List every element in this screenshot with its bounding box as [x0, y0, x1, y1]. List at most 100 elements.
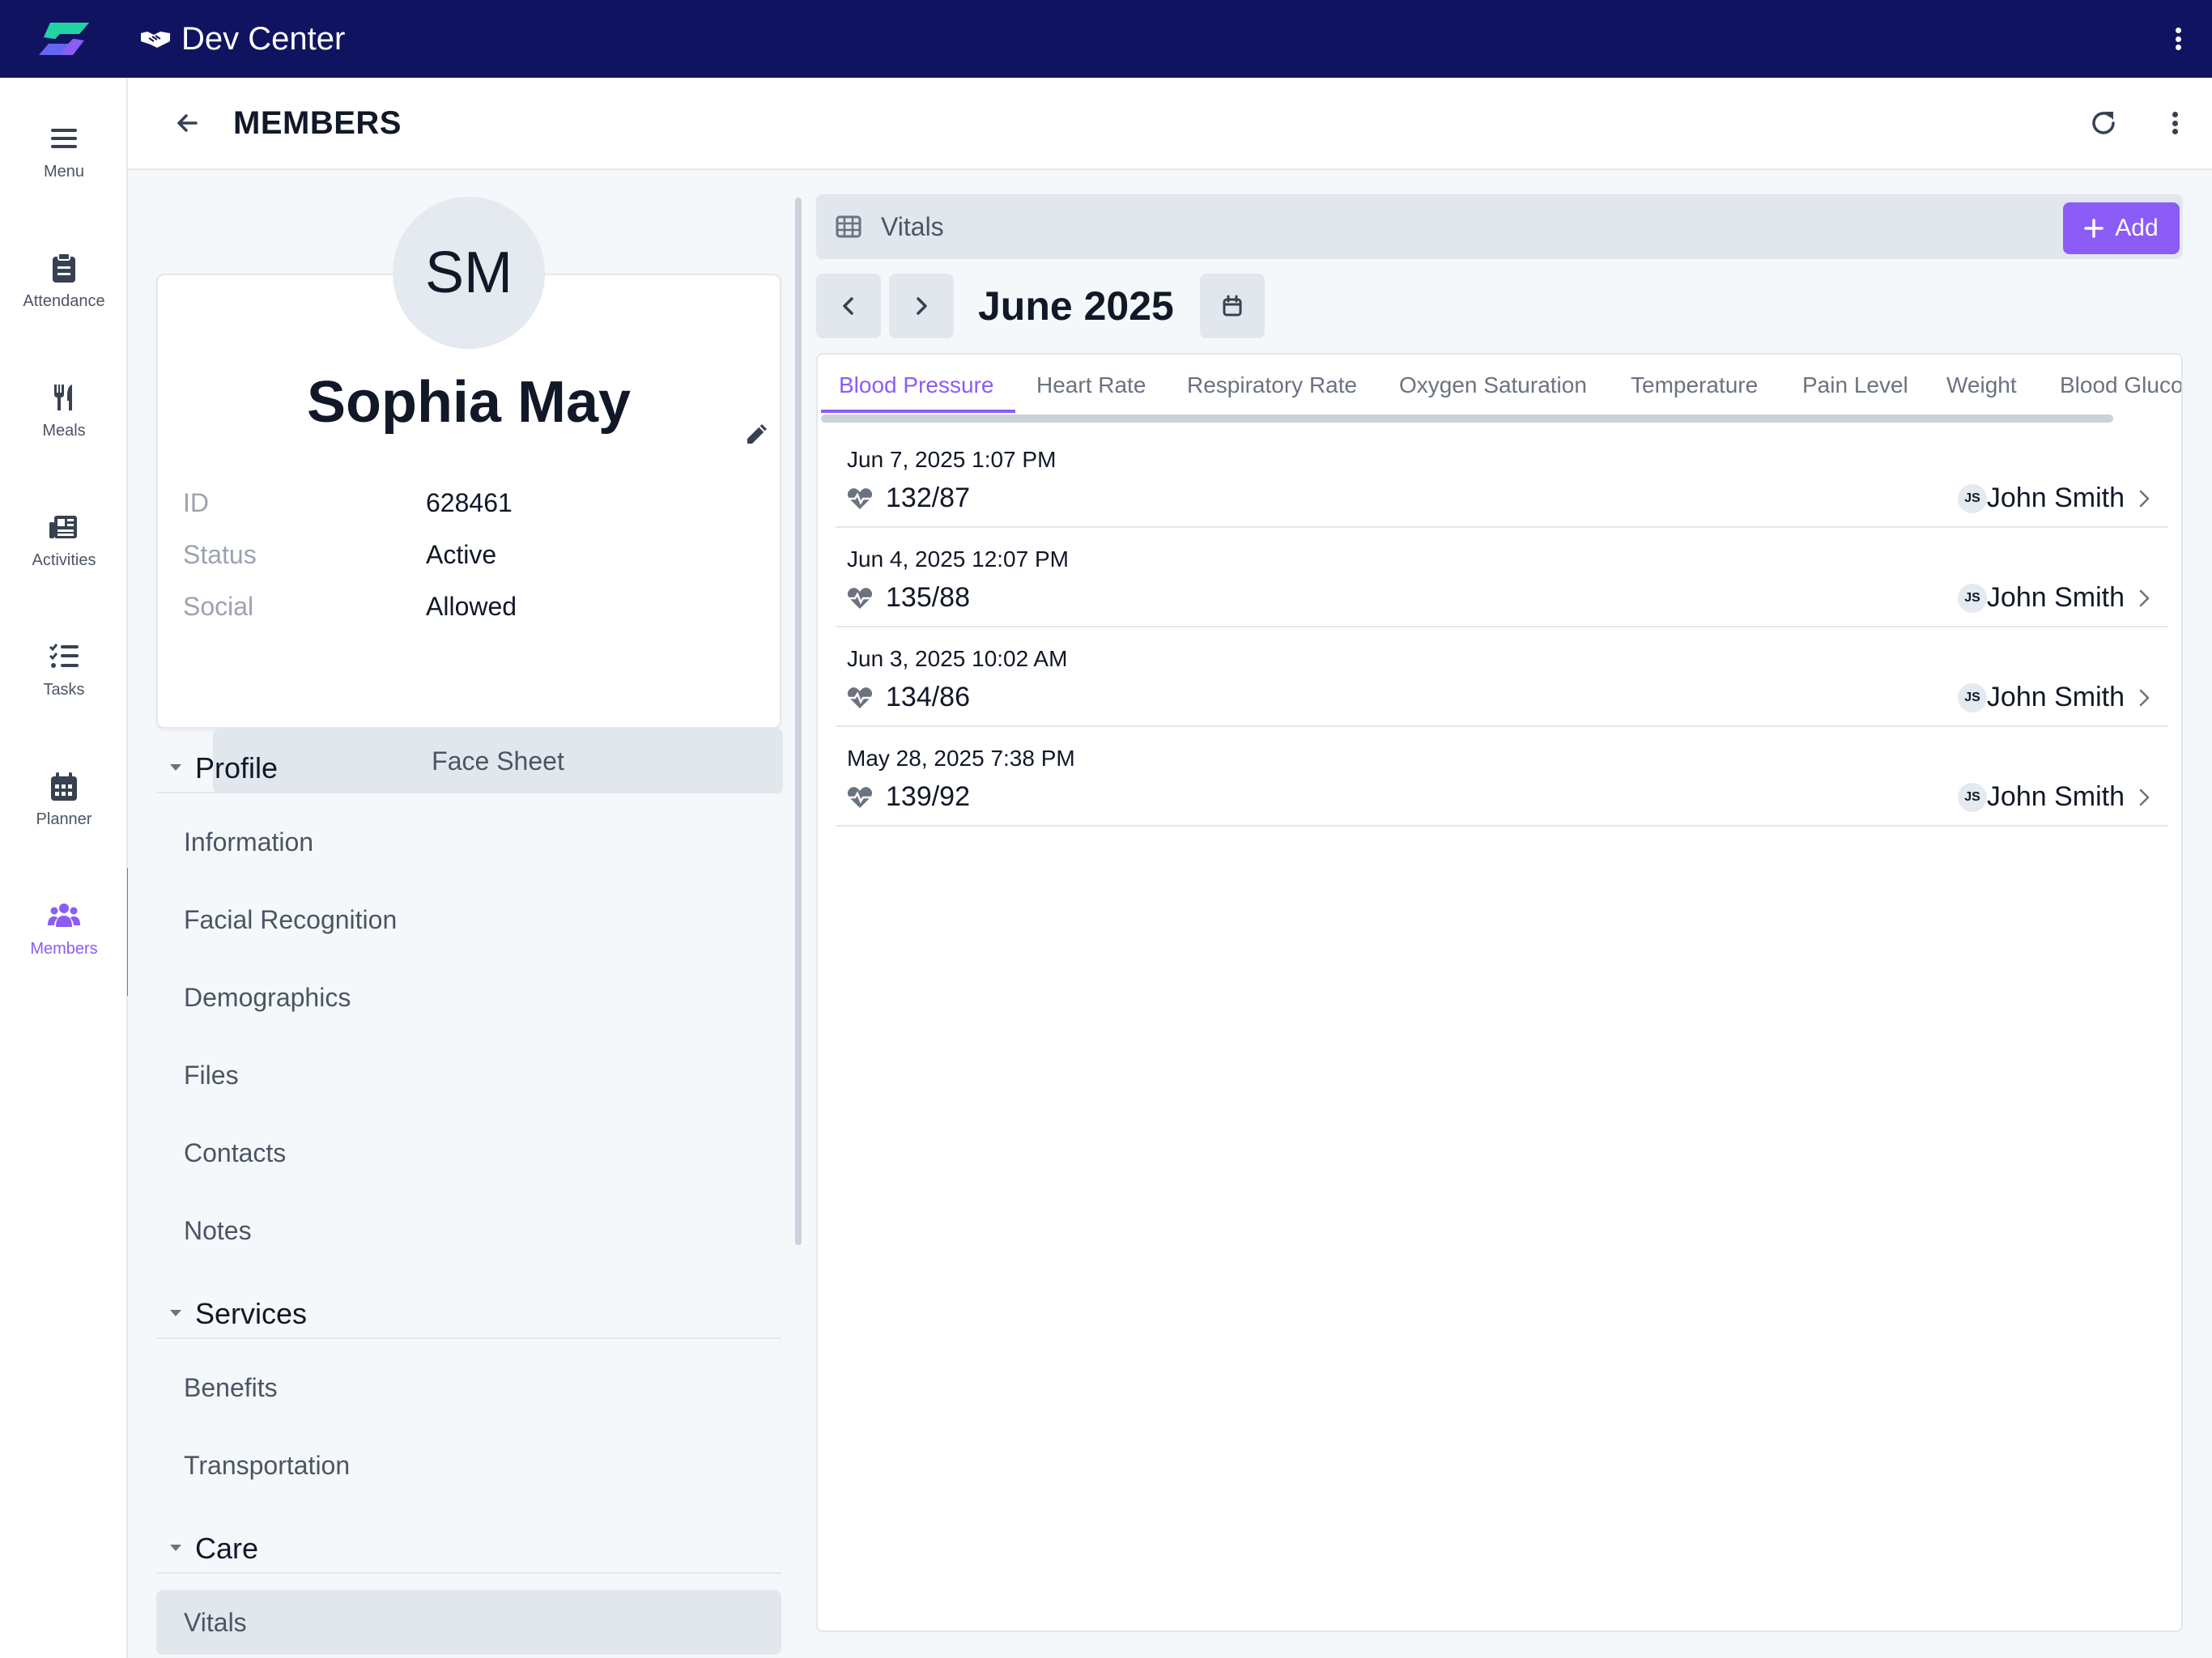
section-care[interactable]: Care — [156, 1524, 781, 1574]
info-key: Social — [183, 592, 254, 621]
tab-temperature[interactable]: Temperature — [1631, 369, 1758, 402]
record-date: Jun 7, 2025 1:07 PM — [847, 447, 1057, 472]
record-date: Jun 4, 2025 12:07 PM — [847, 546, 1069, 572]
record-value: 132/87 — [886, 483, 970, 513]
app-title: Dev Center — [181, 21, 346, 57]
info-value: Allowed — [426, 592, 517, 621]
recorder-avatar: JS — [1958, 584, 1987, 613]
nav-rail: Menu Attendance Meals Activities Tasks P… — [0, 78, 130, 1658]
recorder-name: John Smith — [1986, 582, 2125, 613]
hamburger-icon — [51, 128, 77, 148]
vitals-toolbar: Vitals Add — [816, 194, 2183, 259]
record-value: 139/92 — [886, 781, 970, 812]
nav-link-files[interactable]: Files — [156, 1043, 781, 1107]
task-list-icon — [49, 643, 79, 668]
rail-item-tasks[interactable]: Tasks — [0, 609, 128, 730]
panel-scrollbar[interactable] — [795, 198, 802, 1245]
tabs-scrollbar[interactable] — [821, 414, 2113, 423]
back-arrow-icon[interactable] — [172, 107, 204, 139]
caret-down-icon — [170, 764, 181, 771]
rail-item-activities[interactable]: Activities — [0, 479, 128, 601]
recorder-name: John Smith — [1986, 682, 2125, 712]
heart-pulse-icon — [847, 588, 873, 609]
vitals-list-card: Blood Pressure Heart Rate Respiratory Ra… — [816, 353, 2183, 1632]
tab-weight[interactable]: Weight — [1946, 369, 2017, 402]
vital-record-row[interactable]: May 28, 2025 7:38 PM 139/92 JS John Smit… — [836, 728, 2168, 827]
tab-pain-level[interactable]: Pain Level — [1802, 369, 1908, 402]
rail-label: Members — [30, 939, 98, 958]
info-row: ID 628461 — [183, 483, 669, 523]
avatar: SM — [393, 197, 545, 349]
vital-type-tabs: Blood Pressure Heart Rate Respiratory Ra… — [818, 355, 2181, 426]
section-profile[interactable]: Profile — [156, 743, 781, 793]
month-label: June 2025 — [978, 283, 1174, 329]
vitals-panel: Vitals Add June 2025 Blood Pressure Hear… — [816, 194, 2183, 1632]
tab-oxygen-saturation[interactable]: Oxygen Saturation — [1399, 369, 1587, 402]
brand-logo[interactable] — [36, 19, 92, 58]
vitals-title: Vitals — [881, 212, 944, 241]
chevron-right-icon — [2139, 490, 2150, 508]
vital-record-row[interactable]: Jun 3, 2025 10:02 AM 134/86 JS John Smit… — [836, 628, 2168, 727]
calendar-icon — [1223, 295, 1242, 317]
recorder-name: John Smith — [1986, 483, 2125, 513]
refresh-icon[interactable] — [2087, 107, 2120, 139]
chevron-right-icon — [2139, 589, 2150, 607]
info-row: Social Allowed — [183, 586, 669, 627]
info-row: Status Active — [183, 534, 669, 575]
caret-down-icon — [170, 1545, 181, 1551]
tab-blood-pressure[interactable]: Blood Pressure — [839, 369, 993, 402]
nav-link-facial-recognition[interactable]: Facial Recognition — [156, 887, 781, 952]
vital-record-row[interactable]: Jun 7, 2025 1:07 PM 132/87 JS John Smith — [836, 429, 2168, 528]
record-date: Jun 3, 2025 10:02 AM — [847, 646, 1068, 671]
member-name: Sophia May — [306, 370, 632, 435]
section-label: Care — [195, 1532, 259, 1565]
page-title: MEMBERS — [233, 105, 402, 141]
nav-link-notes[interactable]: Notes — [156, 1198, 781, 1263]
rail-label: Tasks — [43, 680, 85, 699]
section-services[interactable]: Services — [156, 1289, 781, 1339]
page-header: MEMBERS — [128, 78, 2212, 170]
record-date: May 28, 2025 7:38 PM — [847, 746, 1075, 771]
nav-link-vitals[interactable]: Vitals — [156, 1590, 781, 1655]
rail-item-meals[interactable]: Meals — [0, 350, 128, 471]
record-value: 134/86 — [886, 682, 970, 712]
next-month-button[interactable] — [889, 274, 954, 338]
vital-record-row[interactable]: Jun 4, 2025 12:07 PM 135/88 JS John Smit… — [836, 529, 2168, 627]
prev-month-button[interactable] — [816, 274, 881, 338]
page-menu-kebab-icon[interactable] — [2167, 108, 2183, 138]
rail-item-attendance[interactable]: Attendance — [0, 220, 128, 342]
tab-blood-glucose[interactable]: Blood Gluco — [2060, 369, 2181, 402]
nav-link-contacts[interactable]: Contacts — [156, 1120, 781, 1185]
month-navigator: June 2025 — [816, 274, 2183, 338]
chevron-left-icon — [843, 297, 853, 315]
table-icon — [836, 215, 861, 238]
rail-item-members[interactable]: Members — [0, 868, 130, 996]
nav-link-demographics[interactable]: Demographics — [156, 965, 781, 1030]
newspaper-icon — [49, 515, 77, 538]
month-picker-button[interactable] — [1200, 274, 1265, 338]
tab-heart-rate[interactable]: Heart Rate — [1036, 369, 1146, 402]
handshake-icon — [141, 32, 170, 48]
clipboard-icon — [53, 252, 75, 283]
info-key: ID — [183, 488, 209, 517]
info-key: Status — [183, 540, 257, 569]
active-tab-indicator — [821, 410, 1015, 413]
app-menu-kebab-icon[interactable] — [2170, 24, 2186, 53]
caret-down-icon — [170, 1310, 181, 1316]
users-icon — [48, 903, 80, 927]
rail-label: Planner — [36, 810, 92, 828]
rail-label: Meals — [42, 421, 86, 440]
add-vital-button[interactable]: Add — [2063, 202, 2180, 254]
member-panel: Face Sheet SM Sophia May ID 628461 Statu… — [128, 172, 793, 1658]
nav-link-information[interactable]: Information — [156, 810, 781, 874]
info-value: Active — [426, 540, 497, 569]
nav-link-transportation[interactable]: Transportation — [156, 1433, 781, 1498]
add-label: Add — [2115, 215, 2159, 241]
info-value: 628461 — [426, 488, 513, 517]
recorder-name: John Smith — [1986, 781, 2125, 812]
rail-item-planner[interactable]: Planner — [0, 738, 128, 860]
rail-item-menu[interactable]: Menu — [0, 91, 128, 212]
nav-link-benefits[interactable]: Benefits — [156, 1355, 781, 1420]
tab-respiratory-rate[interactable]: Respiratory Rate — [1187, 369, 1357, 402]
rail-label: Menu — [43, 162, 85, 181]
